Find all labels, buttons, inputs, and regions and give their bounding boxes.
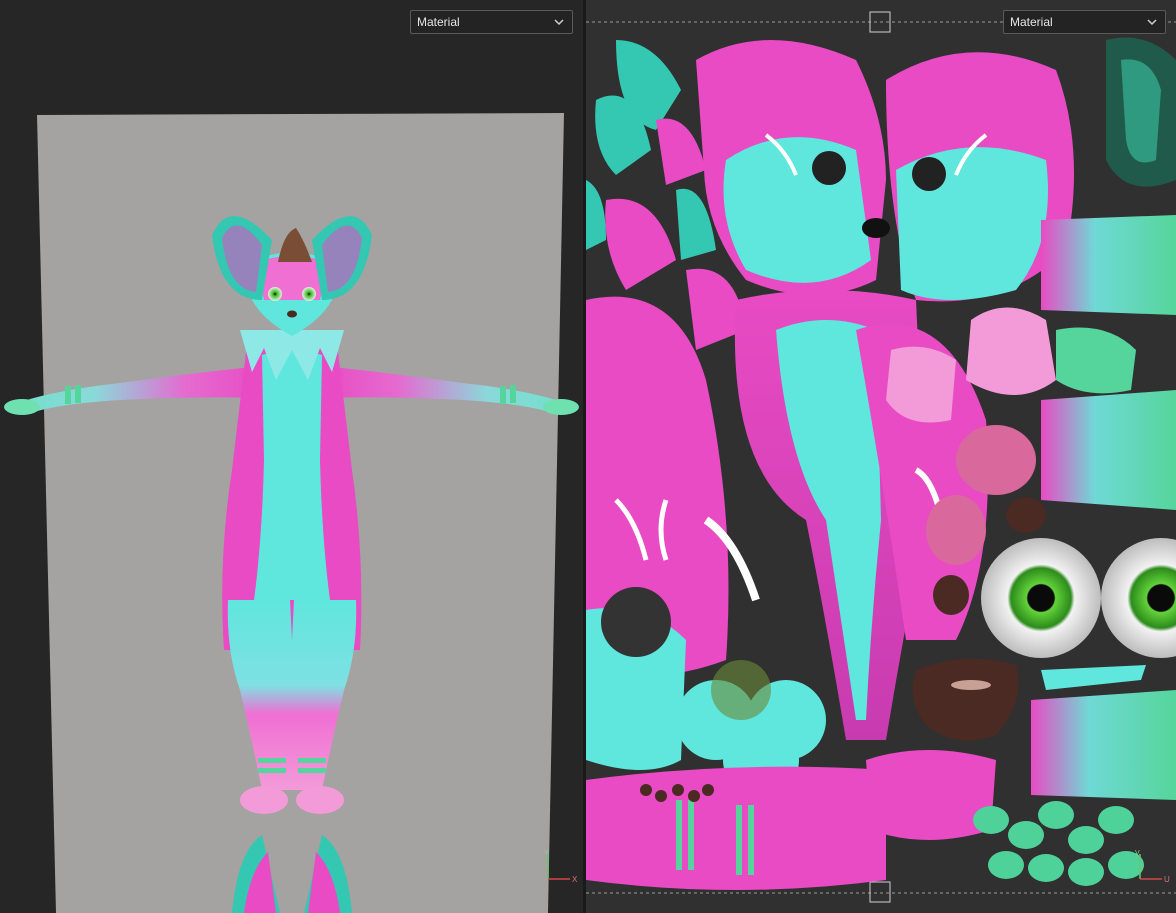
right-eye [302, 287, 316, 301]
viewport-axis-gizmo: Y X [544, 850, 578, 884]
uv-editor[interactable]: Material V U [586, 0, 1176, 913]
axis-label-v: V [1135, 850, 1140, 857]
chevron-down-icon [1147, 19, 1157, 26]
uv-axis-gizmo: V U [1135, 850, 1170, 884]
axis-label-u: U [1164, 875, 1170, 884]
uv-nose [912, 658, 1019, 741]
axis-label-x: X [572, 875, 578, 884]
viewport-scene [4, 113, 579, 913]
uv-shading-value: Material [1010, 15, 1053, 29]
left-eye [268, 287, 282, 301]
nose [287, 310, 297, 318]
viewport-shading-value: Material [417, 15, 460, 29]
axis-label-y: Y [544, 850, 549, 857]
texture-atlas [586, 11, 1176, 903]
uv-eye-right [1101, 538, 1176, 658]
uv-eye-left [981, 538, 1101, 658]
uv-shading-dropdown[interactable]: Material [1003, 10, 1166, 34]
viewport-shading-dropdown[interactable]: Material [410, 10, 573, 34]
tail-bottom-island [1031, 690, 1176, 800]
chevron-down-icon [554, 19, 564, 26]
tail-top-island [1041, 215, 1176, 315]
tail-mid-island [1041, 390, 1176, 510]
3d-viewport[interactable]: Material Y X [0, 0, 583, 913]
uv-bottom-handle [869, 881, 891, 903]
